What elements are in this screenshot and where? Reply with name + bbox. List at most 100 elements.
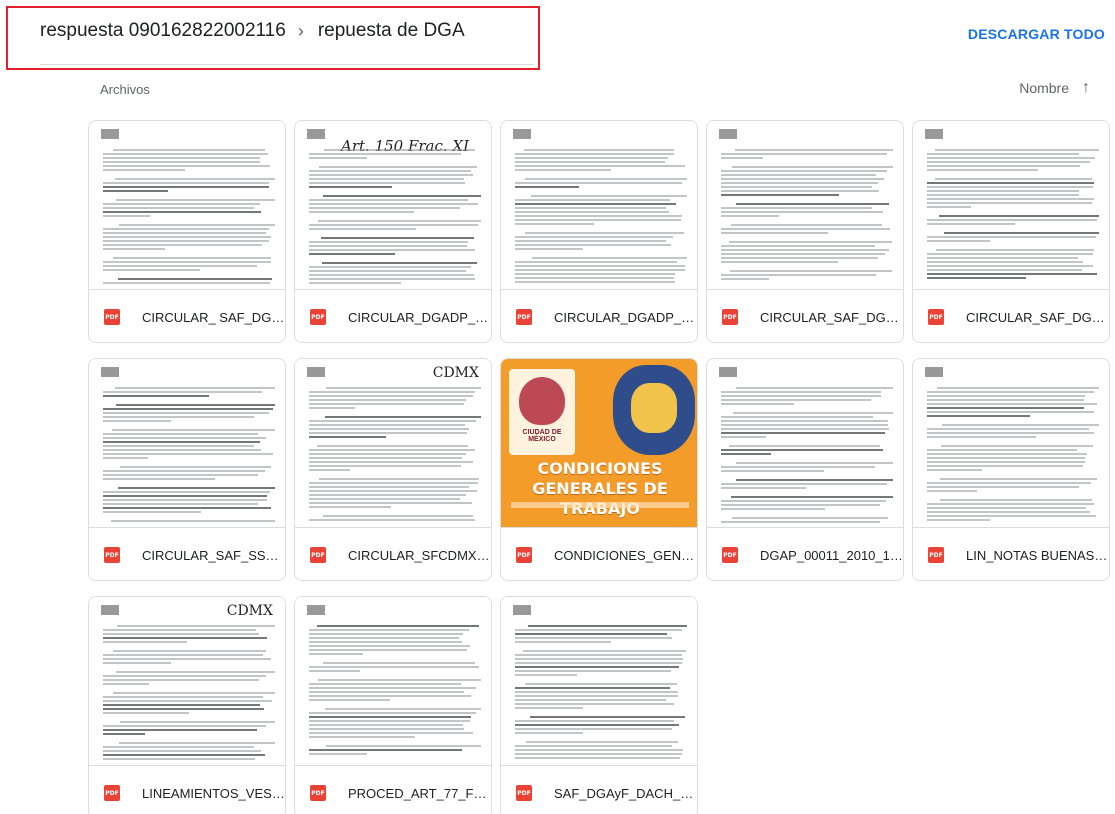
pdf-icon: PDF	[310, 785, 326, 801]
breadcrumb-parent[interactable]: respuesta 090162822002116	[40, 20, 286, 42]
text-line	[515, 691, 678, 693]
text-line	[309, 282, 402, 284]
file-name[interactable]: CIRCULAR_DGADP_0000...	[348, 310, 491, 325]
text-line	[318, 220, 481, 222]
file-card[interactable]: PDF PROCED_ART_77_FRAC_...	[294, 596, 492, 814]
file-card-footer: PDF PROCED_ART_77_FRAC_...	[295, 765, 491, 814]
file-name[interactable]: CIRCULAR_SAF_DGAP_0...	[760, 310, 903, 325]
text-line	[103, 157, 260, 159]
text-line	[927, 511, 1091, 513]
text-line	[721, 194, 839, 196]
text-line	[721, 186, 873, 188]
file-card[interactable]: PDF CIRCULAR_SAF_DGAPyD...	[912, 120, 1110, 343]
text-line	[103, 729, 257, 731]
document-preview	[511, 127, 689, 289]
text-line	[309, 174, 474, 176]
text-line	[309, 157, 368, 159]
text-line	[515, 165, 685, 167]
text-line	[927, 461, 1085, 463]
text-line	[927, 403, 1097, 405]
file-card-footer: PDF CIRCULAR_DGADP_0000...	[295, 289, 491, 342]
text-line	[119, 742, 275, 744]
file-name[interactable]: PROCED_ART_77_FRAC_...	[348, 786, 491, 801]
sort-by-name-button[interactable]: Nombre ↑	[1019, 79, 1090, 97]
file-card[interactable]: PDF CIRCULAR_DGADP_0000...	[500, 120, 698, 343]
text-line	[309, 270, 467, 272]
text-line	[309, 241, 468, 243]
document-preview	[923, 365, 1101, 527]
text-line	[309, 199, 469, 201]
file-card[interactable]: PDF CIRCULAR_SAF_SSCHA_...	[88, 358, 286, 581]
text-line	[103, 449, 262, 451]
document-preview	[305, 603, 483, 765]
download-all-button[interactable]: DESCARGAR TODO	[968, 26, 1105, 42]
file-card[interactable]: PDF CIRCULAR_SAF_DGAP_0...	[706, 120, 904, 343]
text-line	[103, 161, 260, 163]
text-line	[103, 228, 269, 230]
text-line	[515, 654, 683, 656]
text-line	[515, 277, 675, 279]
file-card-footer: PDF CIRCULAR_SFCDMX_SS...	[295, 527, 491, 580]
text-line	[309, 432, 468, 434]
document-preview	[511, 603, 689, 765]
file-name[interactable]: CIRCULAR_SFCDMX_SS...	[348, 548, 491, 563]
file-name[interactable]: CIRCULAR_SAF_SSCHA_...	[142, 548, 285, 563]
text-line	[103, 437, 267, 439]
text-line	[103, 433, 259, 435]
text-line	[940, 499, 1093, 501]
text-line	[736, 479, 893, 481]
text-line	[309, 391, 476, 393]
text-line	[515, 745, 672, 747]
text-line	[530, 716, 685, 718]
text-line	[721, 428, 889, 430]
file-card[interactable]: PDF DGAP_00011_2010_1.PDF	[706, 358, 904, 581]
text-line	[515, 695, 679, 697]
file-name[interactable]: LINEAMIENTOS_VESTUA...	[142, 786, 285, 801]
text-line	[309, 645, 470, 647]
text-line	[309, 498, 460, 500]
text-line	[515, 169, 612, 171]
text-line	[721, 182, 878, 184]
header-logo	[925, 129, 943, 139]
text-line	[936, 249, 1095, 251]
text-line	[309, 178, 465, 180]
file-thumbnail	[501, 121, 697, 289]
file-thumbnail: Art. 150 Frac. XI	[295, 121, 491, 289]
text-line	[118, 487, 275, 489]
text-line	[721, 190, 880, 192]
document-preview	[99, 127, 277, 289]
text-line	[515, 273, 676, 275]
file-card[interactable]: CIUDAD DE MÉXICO CONDICIONES GENERALES DE…	[500, 358, 698, 581]
file-name[interactable]: SAF_DGAyF_DACH_SPPL...	[554, 786, 697, 801]
text-line	[309, 211, 414, 213]
text-line	[326, 745, 481, 747]
file-name[interactable]: CONDICIONES_GENERAL...	[554, 548, 697, 563]
file-name[interactable]: DGAP_00011_2010_1.PDF	[760, 548, 903, 563]
file-card[interactable]: PDF CIRCULAR_ SAF_DGAP_...	[88, 120, 286, 343]
text-line	[119, 224, 275, 226]
text-line	[309, 403, 465, 405]
text-line	[309, 753, 367, 755]
text-line	[939, 215, 1099, 217]
file-name[interactable]: CIRCULAR_ SAF_DGAP_...	[142, 310, 285, 325]
file-card[interactable]: CDMX PDF CIRCULAR_SFCDMX_SS...	[294, 358, 492, 581]
file-name[interactable]: CIRCULAR_DGADP_0000...	[554, 310, 697, 325]
text-line	[309, 683, 461, 685]
text-line	[515, 753, 683, 755]
file-card[interactable]: PDF LIN_NOTAS BUENAS_1.P...	[912, 358, 1110, 581]
file-card[interactable]: PDF SAF_DGAyF_DACH_SPPL...	[500, 596, 698, 814]
text-line	[515, 658, 683, 660]
file-name[interactable]: LIN_NOTAS BUENAS_1.P...	[966, 548, 1109, 563]
file-name[interactable]: CIRCULAR_SAF_DGAPyD...	[966, 310, 1109, 325]
text-line	[309, 407, 355, 409]
text-line	[120, 466, 272, 468]
file-thumbnail	[501, 597, 697, 765]
file-card[interactable]: CDMX PDF LINEAMIENTOS_VESTUA...	[88, 596, 286, 814]
text-line	[319, 478, 480, 480]
text-line	[721, 504, 881, 506]
file-card[interactable]: Art. 150 Frac. XI PDF CIRCULAR_DGADP_0000.…	[294, 120, 492, 343]
file-grid: PDF CIRCULAR_ SAF_DGAP_... Art. 150 Frac. …	[88, 120, 1115, 814]
text-line	[309, 186, 392, 188]
file-thumbnail	[913, 121, 1109, 289]
file-card-footer: PDF LINEAMIENTOS_VESTUA...	[89, 765, 285, 814]
